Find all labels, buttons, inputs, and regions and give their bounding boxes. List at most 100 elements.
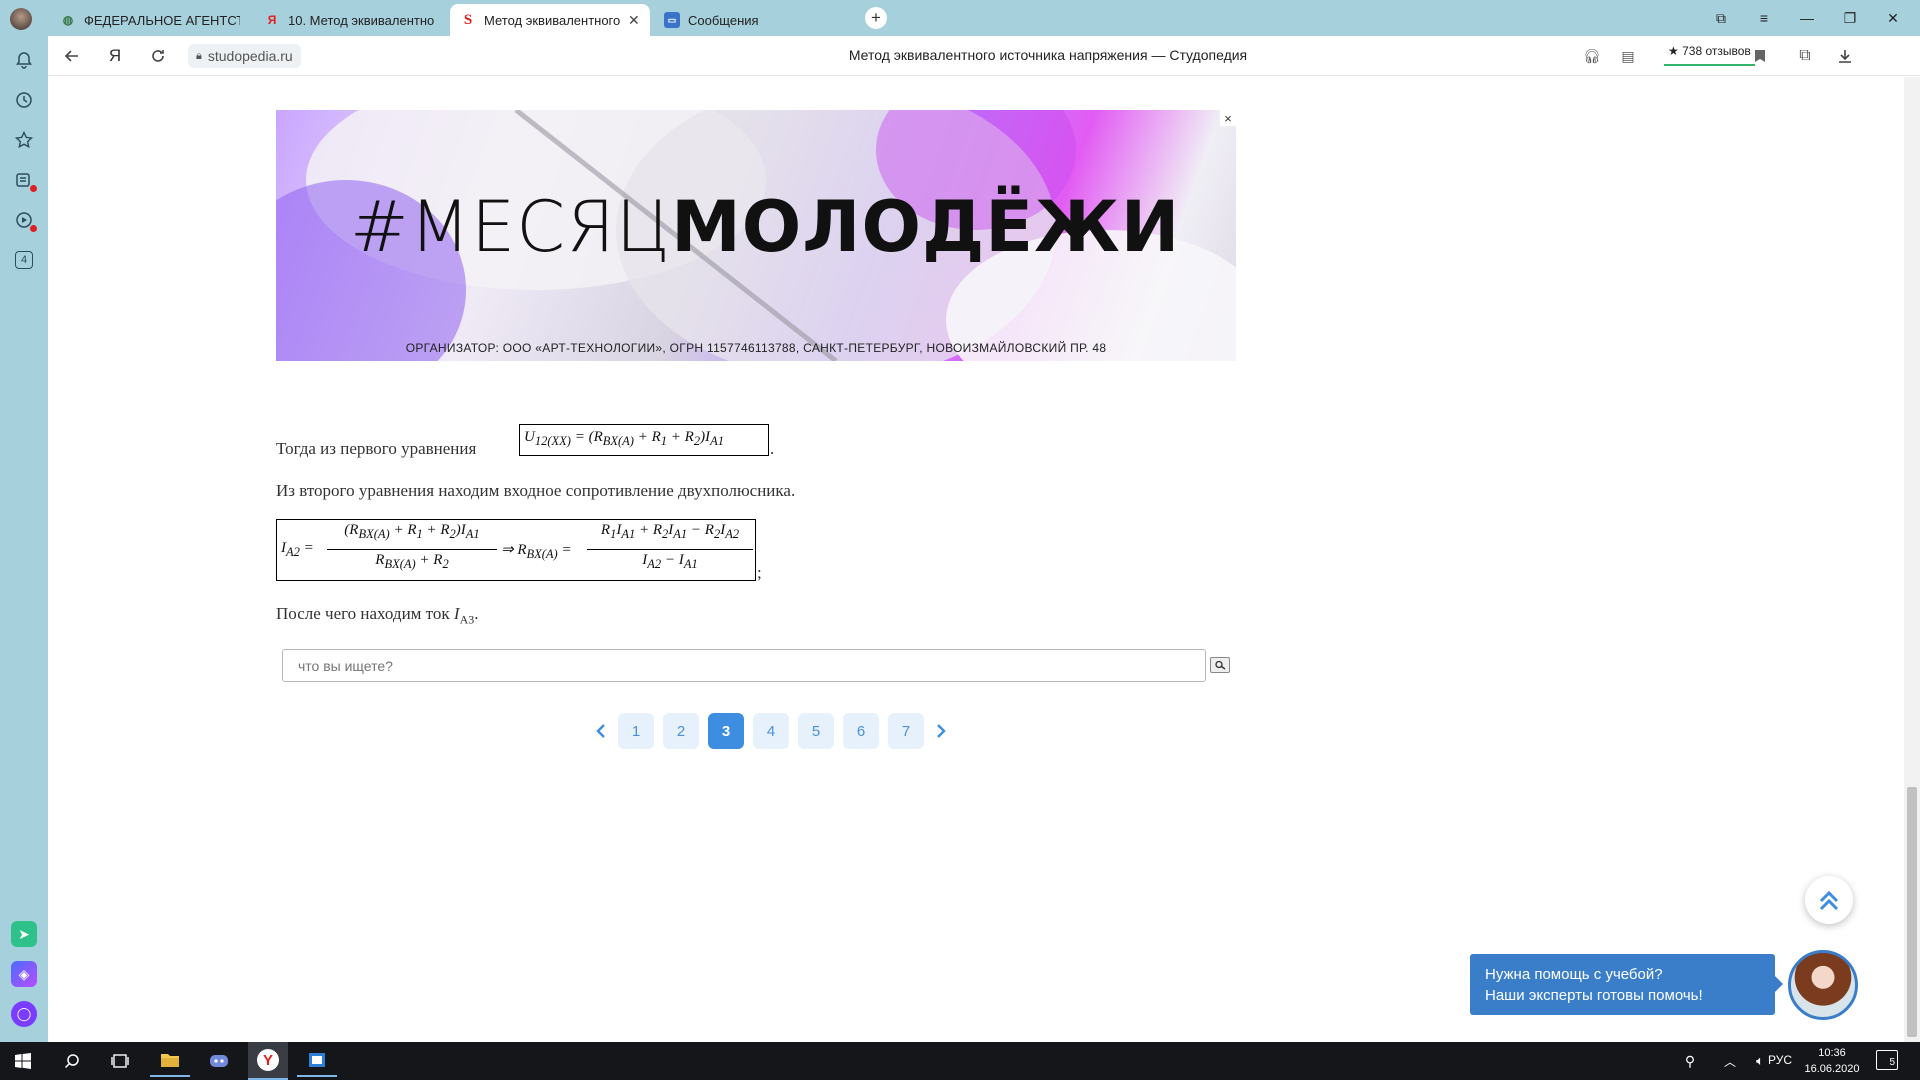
notification-center-icon[interactable]: 5 <box>1876 1050 1898 1070</box>
downloads-icon[interactable] <box>1833 44 1857 68</box>
chat-line-1: Нужна помощь с учебой? <box>1485 966 1663 983</box>
yandex-logo[interactable]: Я <box>103 44 127 68</box>
clock[interactable]: 10:36 16.06.2020 <box>1800 1045 1864 1077</box>
pagination-prev-icon[interactable] <box>590 717 612 745</box>
windows-start-icon[interactable] <box>3 1045 43 1077</box>
yandex-icon: Я <box>267 13 277 27</box>
tab-2[interactable]: Я 10. Метод эквивалентног <box>254 4 444 36</box>
maximize-icon[interactable]: ❐ <box>1836 6 1864 30</box>
page-button-3[interactable]: 3 <box>708 713 744 749</box>
paragraph-1-end: . <box>770 439 775 458</box>
profile-avatar[interactable] <box>10 8 32 30</box>
notification-dot <box>30 185 37 192</box>
page-button-6[interactable]: 6 <box>843 713 879 749</box>
paragraph-1: Тогда из первого уравнения <box>276 439 476 459</box>
messenger-app-icon[interactable]: ◈ <box>11 961 37 987</box>
bell-icon[interactable] <box>11 47 37 73</box>
ad-banner[interactable]: #МЕСЯЦМОЛОДЁЖИ ОРГАНИЗАТОР: ООО «АРТ-ТЕХ… <box>276 110 1236 361</box>
minimize-icon[interactable]: — <box>1793 6 1821 30</box>
yandex-browser-taskbar-icon[interactable]: Y <box>248 1042 288 1080</box>
scroll-top-button[interactable] <box>1805 876 1853 924</box>
alice-assistant-icon[interactable]: ◯ <box>11 1001 37 1027</box>
collections-icon[interactable] <box>11 167 37 193</box>
search-icon[interactable] <box>52 1045 92 1077</box>
bookmarks-panel-icon[interactable]: ⧉ <box>1707 6 1735 30</box>
tab-title: Метод эквивалентного и <box>484 12 624 28</box>
page-button-5[interactable]: 5 <box>798 713 834 749</box>
page-button-2[interactable]: 2 <box>663 713 699 749</box>
messages-icon: ▭ <box>664 12 680 28</box>
tab-counter-icon[interactable]: 4 <box>11 247 37 273</box>
paragraph-3: После чего находим ток IA3. <box>276 604 479 627</box>
headline-bold: МОЛОДЁЖИ <box>671 186 1181 268</box>
banner-close-button[interactable]: × <box>1220 110 1236 126</box>
notification-dot <box>30 225 37 232</box>
discord-icon[interactable] <box>199 1045 239 1077</box>
tab-strip: ◍ ФЕДЕРАЛЬНОЕ АГЕНТСТВ Я 10. Метод эквив… <box>0 0 1920 36</box>
history-icon[interactable] <box>11 87 37 113</box>
language-indicator[interactable]: РУС <box>1768 1053 1792 1067</box>
formula-2-arrow: ⇒ RBX(A) = <box>501 542 572 561</box>
paragraph-2: Из второго уравнения находим входное соп… <box>276 481 796 500</box>
app-window-taskbar-icon[interactable] <box>297 1045 337 1077</box>
menu-icon[interactable]: ≡ <box>1750 6 1778 30</box>
page-button-1[interactable]: 1 <box>618 713 654 749</box>
banner-headline: #МЕСЯЦМОЛОДЁЖИ <box>350 186 1180 268</box>
current-subscript: A3 <box>459 612 475 627</box>
bubble-tail <box>1775 976 1783 992</box>
tab-title: Сообщения <box>688 12 759 28</box>
reviews-badge[interactable]: ★ 738 отзывов <box>1664 44 1755 66</box>
studopedia-icon: S <box>463 11 473 28</box>
scrollbar-thumb[interactable] <box>1907 787 1917 1037</box>
paragraph-3-end: . <box>474 604 479 623</box>
headphones-icon[interactable]: 🎧︎ <box>1580 44 1604 68</box>
search-button[interactable] <box>1210 657 1230 673</box>
task-view-icon[interactable] <box>100 1045 140 1077</box>
tab-close-icon[interactable]: ✕ <box>628 12 640 29</box>
formula-2-num2: R1IA1 + R2IA1 − R2IA2 <box>600 522 740 541</box>
collections-toolbar-icon[interactable]: ⧉ <box>1793 44 1817 68</box>
fraction-bar <box>327 549 497 550</box>
new-tab-button[interactable]: + <box>865 7 887 29</box>
url-pill[interactable]: 🔒︎ studopedia.ru <box>188 44 301 68</box>
tab-count: 4 <box>15 251 33 269</box>
paragraph-1-text: Тогда из первого уравнения <box>276 439 477 458</box>
send-app-icon[interactable]: ➤ <box>11 921 37 947</box>
star-icon[interactable] <box>11 127 37 153</box>
site-search-input[interactable] <box>282 649 1206 682</box>
address-toolbar: Я 🔒︎ studopedia.ru Метод эквивалентного … <box>48 36 1920 76</box>
reader-mode-icon[interactable]: ▤ <box>1616 44 1640 68</box>
tab-1[interactable]: ◍ ФЕДЕРАЛЬНОЕ АГЕНТСТВ <box>50 4 250 36</box>
globe-icon: ◍ <box>62 13 74 27</box>
paragraph-3-text: После чего находим ток <box>276 604 450 623</box>
bookmark-icon[interactable] <box>1748 44 1772 68</box>
banner-organizer: ОРГАНИЗАТОР: ООО «АРТ-ТЕХНОЛОГИИ», ОГРН … <box>405 341 1107 355</box>
formula-2-lhs: IA2 = <box>281 540 314 559</box>
page-scrollbar[interactable] <box>1904 77 1920 1042</box>
windows-taskbar: Y ⚲ ︿ 🔈︎ РУС 10:36 16.06.2020 5 <box>0 1042 1920 1080</box>
chat-line-2: Наши эксперты готовы помочь! <box>1485 987 1703 1004</box>
page-button-7[interactable]: 7 <box>888 713 924 749</box>
notification-count: 5 <box>1889 1057 1895 1068</box>
double-chevron-up-icon <box>1819 890 1839 911</box>
expert-avatar[interactable] <box>1788 950 1858 1020</box>
reload-icon[interactable] <box>146 44 170 68</box>
clock-date: 16.06.2020 <box>1804 1063 1860 1075</box>
page-title: Метод эквивалентного источника напряжени… <box>848 47 1248 63</box>
close-window-icon[interactable]: ✕ <box>1879 6 1907 30</box>
help-chat-bubble[interactable]: Нужна помощь с учебой? Наши эксперты гот… <box>1470 954 1783 1015</box>
page-button-4[interactable]: 4 <box>753 713 789 749</box>
pagination-next-icon[interactable] <box>930 717 952 745</box>
video-icon[interactable] <box>11 207 37 233</box>
formula-2-den1: RBX(A) + R2 <box>375 552 449 571</box>
file-explorer-icon[interactable] <box>150 1045 190 1077</box>
tab-4[interactable]: ▭ Сообщения <box>654 4 844 36</box>
people-icon[interactable]: ⚲ <box>1670 1045 1710 1077</box>
formula-2-den2: IA2 − IA1 <box>642 552 698 571</box>
lock-icon: 🔒︎ <box>196 49 202 62</box>
formula-1-text: U12(XX) = (RBX(A) + R1 + R2)IA1 <box>524 429 724 448</box>
formula-2-num1: (RBX(A) + R1 + R2)IA1 <box>344 522 480 541</box>
tab-3[interactable]: S Метод эквивалентного и ✕ <box>450 4 650 36</box>
headline-light: #МЕСЯЦ <box>350 186 672 268</box>
back-icon[interactable] <box>60 44 84 68</box>
